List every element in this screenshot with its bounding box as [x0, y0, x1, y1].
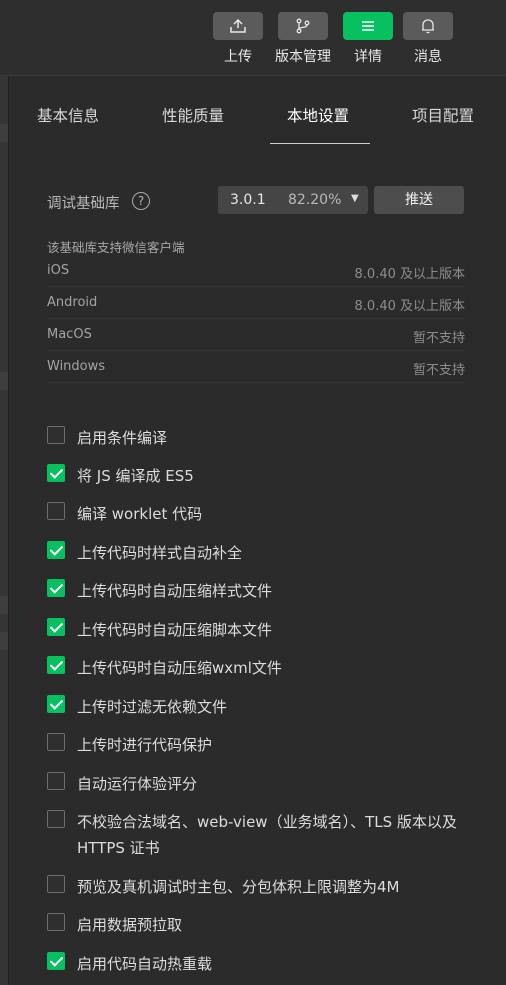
details-panel: 基本信息 性能质量 本地设置 项目配置 调试基础库 ? 3.0.1 82.20%… — [8, 76, 506, 985]
checkbox[interactable] — [47, 579, 65, 597]
option-label: 启用数据预拉取 — [77, 916, 183, 934]
option-label: 编译 worklet 代码 — [77, 505, 203, 523]
support-row-ios: iOS 8.0.40 及以上版本 — [47, 255, 465, 287]
platform-name: iOS — [47, 263, 70, 278]
platform-name: Android — [47, 295, 98, 310]
option-label: 上传代码时自动压缩脚本文件 — [77, 621, 273, 639]
tab-bar: 基本信息 性能质量 本地设置 项目配置 — [9, 76, 506, 146]
menu-icon — [343, 12, 393, 40]
checkbox[interactable] — [47, 541, 65, 559]
platform-support: 8.0.40 及以上版本 — [354, 299, 465, 314]
checkbox[interactable] — [47, 502, 65, 520]
editor-edge-mark — [0, 124, 8, 142]
top-toolbar: 上传 版本管理 详情 消息 — [0, 0, 506, 75]
option-label: 上传时进行代码保护 — [77, 736, 213, 754]
option-label: 预览及真机调试时主包、分包体积上限调整为4M — [77, 878, 400, 896]
checkbox[interactable] — [47, 656, 65, 674]
branch-icon — [278, 12, 328, 40]
tab-project-config[interactable]: 项目配置 — [412, 104, 474, 126]
option-label: 上传时过滤无依赖文件 — [77, 698, 228, 716]
support-row-macos: MacOS 暂不支持 — [47, 319, 465, 351]
active-tab-indicator — [270, 143, 370, 144]
option-label: 自动运行体验评分 — [77, 775, 198, 793]
platform-name: Windows — [47, 359, 106, 374]
platform-support: 暂不支持 — [412, 331, 465, 346]
checkbox[interactable] — [47, 875, 65, 893]
option-label: 将 JS 编译成 ES5 — [77, 467, 194, 485]
checkbox[interactable] — [47, 772, 65, 790]
editor-edge-mark — [0, 632, 8, 650]
checkbox[interactable] — [47, 810, 65, 828]
checkbox[interactable] — [47, 426, 65, 444]
messages-label: 消息 — [414, 49, 442, 65]
support-row-android: Android 8.0.40 及以上版本 — [47, 287, 465, 319]
support-row-windows: Windows 暂不支持 — [47, 351, 465, 383]
checkbox[interactable] — [47, 464, 65, 482]
option-label: 不校验合法域名、web-view（业务域名）、TLS 版本以及 HTTPS 证书 — [77, 813, 457, 857]
debug-library-label: 调试基础库 — [47, 196, 120, 212]
editor-edge — [0, 76, 8, 985]
tab-local-settings[interactable]: 本地设置 — [287, 104, 349, 126]
option-label: 上传代码时自动压缩wxml文件 — [77, 659, 282, 677]
platform-support: 8.0.40 及以上版本 — [354, 267, 465, 282]
platform-support: 暂不支持 — [412, 363, 465, 378]
checkbox[interactable] — [47, 913, 65, 931]
option-label: 上传代码时样式自动补全 — [77, 544, 243, 562]
checkbox[interactable] — [47, 695, 65, 713]
upload-icon — [213, 12, 263, 40]
checkbox[interactable] — [47, 733, 65, 751]
editor-edge-mark — [0, 596, 8, 614]
platform-name: MacOS — [47, 327, 92, 342]
library-usage-percent: 82.20% — [288, 192, 342, 208]
option-label: 启用代码自动热重载 — [77, 955, 213, 973]
tab-performance[interactable]: 性能质量 — [162, 104, 224, 126]
tab-basic-info[interactable]: 基本信息 — [37, 104, 99, 126]
option-label: 启用条件编译 — [77, 429, 168, 447]
messages-button[interactable]: 消息 — [402, 12, 454, 66]
debug-library-row: 调试基础库 ? 3.0.1 82.20% ▼ 推送 — [9, 186, 506, 216]
library-version-select[interactable]: 3.0.1 82.20% ▼ — [218, 186, 368, 214]
library-version: 3.0.1 — [230, 192, 266, 208]
option-label: 上传代码时自动压缩样式文件 — [77, 582, 273, 600]
help-icon[interactable]: ? — [132, 192, 150, 210]
push-button[interactable]: 推送 — [374, 186, 464, 214]
bell-icon — [403, 12, 453, 40]
checkbox[interactable] — [47, 952, 65, 970]
checkbox[interactable] — [47, 618, 65, 636]
chevron-down-icon: ▼ — [351, 193, 359, 204]
support-title: 该基础库支持微信客户端 — [47, 240, 185, 255]
editor-edge-mark — [0, 372, 8, 390]
